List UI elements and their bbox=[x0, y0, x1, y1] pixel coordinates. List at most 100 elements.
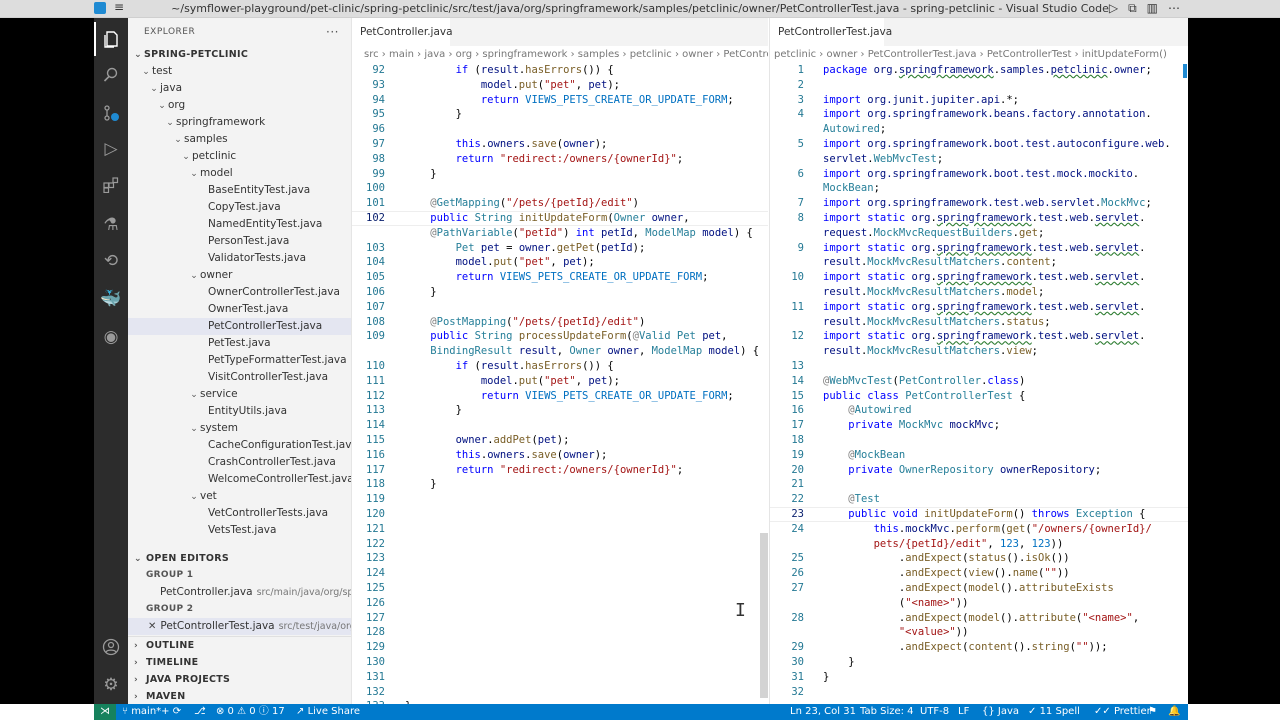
code-line[interactable]: 14 @WebMvcTest(PetController.class) bbox=[770, 374, 1188, 389]
code-line[interactable]: result.MockMvcResultMatchers.content; bbox=[770, 255, 1188, 270]
code-line[interactable]: 11 import static org.springframework.test… bbox=[770, 300, 1188, 315]
tab-petcontrollertest[interactable]: PetControllerTest.java bbox=[770, 18, 892, 46]
code-line[interactable]: 103 Pet pet = owner.getPet(petId); bbox=[352, 241, 768, 256]
code-line[interactable]: 110 if (result.hasErrors()) { bbox=[352, 359, 768, 374]
tree-file[interactable]: PetControllerTest.java bbox=[128, 318, 351, 335]
code-line[interactable]: 25 .andExpect(status().isOk()) bbox=[770, 551, 1188, 566]
breadcrumb-item[interactable]: owner bbox=[682, 49, 713, 60]
notifications-icon[interactable]: 🔔 bbox=[1168, 704, 1180, 720]
code-line[interactable]: 30 } bbox=[770, 655, 1188, 670]
code-line[interactable]: 114 bbox=[352, 418, 768, 433]
tree-folder[interactable]: ⌄ java bbox=[128, 80, 351, 97]
code-line[interactable]: 20 private OwnerRepository ownerReposito… bbox=[770, 463, 1188, 478]
code-line[interactable]: 111 model.put("pet", pet); bbox=[352, 374, 768, 389]
tree-folder[interactable]: ⌄ test bbox=[128, 63, 351, 80]
code-line[interactable]: 95 } bbox=[352, 107, 768, 122]
breadcrumb-item[interactable]: PetControllerTest bbox=[987, 49, 1072, 60]
spell-check[interactable]: ✓ 11 Spell bbox=[1028, 704, 1080, 720]
code-line[interactable]: @PathVariable("petId") int petId, ModelM… bbox=[352, 226, 768, 241]
tree-folder[interactable]: ⌄ owner bbox=[128, 267, 351, 284]
code-line[interactable]: 102 public String initUpdateForm(Owner o… bbox=[352, 211, 768, 226]
breadcrumb-item[interactable]: petclinic bbox=[774, 49, 816, 60]
code-line[interactable]: 97 this.owners.save(owner); bbox=[352, 137, 768, 152]
code-line[interactable]: 127 bbox=[352, 611, 768, 626]
code-line[interactable]: "<value>")) bbox=[770, 625, 1188, 640]
split-editor-icon[interactable]: ⧉ bbox=[1128, 1, 1137, 16]
tree-file[interactable]: OwnerControllerTest.java bbox=[128, 284, 351, 301]
code-line[interactable]: 12 import static org.springframework.test… bbox=[770, 329, 1188, 344]
breadcrumb-item[interactable]: initUpdateForm() bbox=[1082, 49, 1167, 60]
breadcrumb-item[interactable]: PetControllerTest.java bbox=[868, 49, 977, 60]
source-control-icon[interactable] bbox=[94, 96, 128, 130]
tree-file[interactable]: WelcomeControllerTest.java bbox=[128, 471, 351, 488]
remote-explorer-icon[interactable]: ⟲ bbox=[94, 244, 128, 278]
code-line[interactable]: 107 bbox=[352, 300, 768, 315]
code-line[interactable]: 130 bbox=[352, 655, 768, 670]
breadcrumb-item[interactable]: org bbox=[456, 49, 472, 60]
project-root[interactable]: ⌄ SPRING-PETCLINIC bbox=[128, 46, 351, 63]
code-line[interactable]: 32 bbox=[770, 685, 1188, 700]
code-line[interactable]: 29 .andExpect(content().string("")); bbox=[770, 640, 1188, 655]
code-line[interactable]: 2 bbox=[770, 78, 1188, 93]
code-line[interactable]: 21 bbox=[770, 477, 1188, 492]
code-line[interactable]: 96 bbox=[352, 122, 768, 137]
code-line[interactable]: 128 bbox=[352, 625, 768, 640]
code-line[interactable]: 122 bbox=[352, 537, 768, 552]
code-line[interactable]: 31} bbox=[770, 670, 1188, 685]
tree-folder[interactable]: ⌄ petclinic bbox=[128, 148, 351, 165]
code-line[interactable]: 10 import static org.springframework.test… bbox=[770, 270, 1188, 285]
remote-indicator-icon[interactable]: ⋊ bbox=[94, 704, 116, 720]
tree-file[interactable]: CacheConfigurationTest.java bbox=[128, 437, 351, 454]
tree-file[interactable]: NamedEntityTest.java bbox=[128, 216, 351, 233]
code-line[interactable]: 101 @GetMapping("/pets/{petId}/edit") bbox=[352, 196, 768, 211]
code-line[interactable]: 121 bbox=[352, 522, 768, 537]
code-line[interactable]: result.MockMvcResultMatchers.model; bbox=[770, 285, 1188, 300]
breadcrumb-item[interactable]: petclinic bbox=[630, 49, 672, 60]
code-line[interactable]: 115 owner.addPet(pet); bbox=[352, 433, 768, 448]
code-line[interactable]: 112 return VIEWS_PETS_CREATE_OR_UPDATE_F… bbox=[352, 389, 768, 404]
branch-status[interactable]: ⑂ main*+ ⟳ bbox=[122, 704, 181, 720]
code-line[interactable]: 8 import static org.springframework.test.… bbox=[770, 211, 1188, 226]
layout-icon[interactable]: ▥ bbox=[1147, 1, 1158, 16]
tree-folder[interactable]: ⌄ samples bbox=[128, 131, 351, 148]
code-line[interactable]: 18 bbox=[770, 433, 1188, 448]
prettier[interactable]: ✓✓ Prettier bbox=[1094, 704, 1151, 720]
code-line[interactable]: 22 @Test bbox=[770, 492, 1188, 507]
code-line[interactable]: 125 bbox=[352, 581, 768, 596]
code-line[interactable]: 120 bbox=[352, 507, 768, 522]
code-line[interactable]: 24 this.mockMvc.perform(get("/owners/{ow… bbox=[770, 522, 1188, 537]
code-line[interactable]: 7 import org.springframework.test.web.ser… bbox=[770, 196, 1188, 211]
code-line[interactable]: 126 bbox=[352, 596, 768, 611]
language-mode[interactable]: {} Java bbox=[982, 704, 1019, 720]
tree-file[interactable]: PetTest.java bbox=[128, 335, 351, 352]
code-line[interactable]: 109 public String processUpdateForm(@Val… bbox=[352, 329, 768, 344]
breadcrumb-item[interactable]: src bbox=[364, 49, 379, 60]
search-icon[interactable] bbox=[94, 58, 128, 92]
section-java-projects[interactable]: › JAVA PROJECTS bbox=[128, 671, 351, 688]
code-line[interactable]: 106 } bbox=[352, 285, 768, 300]
section-maven[interactable]: › MAVEN bbox=[128, 688, 351, 704]
breadcrumb-item[interactable]: PetContro bbox=[723, 49, 768, 60]
code-line[interactable]: 117 return "redirect:/owners/{ownerId}"; bbox=[352, 463, 768, 478]
code-line[interactable]: 119 bbox=[352, 492, 768, 507]
code-line[interactable]: 113 } bbox=[352, 403, 768, 418]
code-line[interactable]: ("<name>")) bbox=[770, 596, 1188, 611]
code-line[interactable]: servlet.WebMvcTest; bbox=[770, 152, 1188, 167]
open-editor-item[interactable]: PetController.javasrc/main/java/org/spr.… bbox=[128, 584, 351, 601]
code-line[interactable]: 9 import static org.springframework.test.… bbox=[770, 241, 1188, 256]
tree-file[interactable]: VetControllerTests.java bbox=[128, 505, 351, 522]
tree-folder[interactable]: ⌄ org bbox=[128, 97, 351, 114]
eol[interactable]: LF bbox=[958, 704, 969, 720]
code-line[interactable]: 28 .andExpect(model().attribute("<name>"… bbox=[770, 611, 1188, 626]
run-icon[interactable]: ▷ bbox=[1109, 1, 1118, 16]
tree-file[interactable]: PersonTest.java bbox=[128, 233, 351, 250]
ports-icon[interactable]: ⎇ bbox=[194, 704, 206, 720]
tree-file[interactable]: CopyTest.java bbox=[128, 199, 351, 216]
section-timeline[interactable]: › TIMELINE bbox=[128, 654, 351, 671]
breadcrumb-item[interactable]: java bbox=[424, 49, 445, 60]
settings-gear-icon[interactable]: ⚙ bbox=[94, 668, 128, 702]
more-icon[interactable]: ··· bbox=[326, 18, 339, 46]
code-line[interactable]: 124 bbox=[352, 566, 768, 581]
tree-folder[interactable]: ⌄ system bbox=[128, 420, 351, 437]
code-line[interactable]: 6 import org.springframework.boot.test.mo… bbox=[770, 167, 1188, 182]
